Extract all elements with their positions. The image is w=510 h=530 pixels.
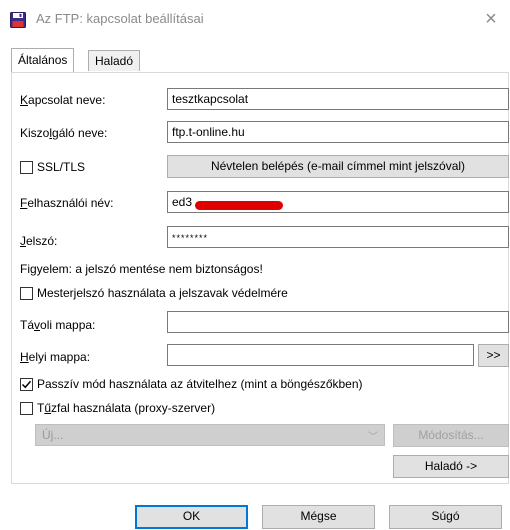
floppy-disk-icon [10, 12, 26, 28]
title-bar: Az FTP: kapcsolat beállításai × [0, 0, 510, 36]
proxy-select[interactable]: Új... ﹀ [35, 424, 385, 446]
passive-mode-checkbox[interactable] [20, 378, 33, 391]
passive-mode-label: Passzív mód használata az átvitelhez (mi… [37, 377, 363, 391]
connection-name-input[interactable]: tesztkapcsolat [167, 88, 509, 110]
firewall-checkbox[interactable] [20, 402, 33, 415]
browse-button[interactable]: >> [478, 344, 509, 367]
local-folder-label: Helyi mappa: [20, 350, 91, 364]
ssl-checkbox[interactable] [20, 161, 33, 174]
ssl-label: SSL/TLS [37, 160, 86, 174]
redaction-mark [195, 201, 283, 210]
password-input[interactable]: ******** [167, 226, 509, 248]
username-label: Felhasználói név: [20, 196, 114, 210]
help-button[interactable]: Súgó [389, 505, 502, 529]
tab-advanced[interactable]: Haladó [88, 50, 141, 71]
local-folder-input[interactable] [167, 344, 474, 366]
chevron-down-icon: ﹀ [368, 432, 378, 443]
ok-button[interactable]: OK [135, 505, 248, 529]
master-password-checkbox[interactable] [20, 287, 33, 300]
window-title: Az FTP: kapcsolat beállításai [36, 11, 204, 26]
close-icon[interactable]: × [476, 6, 506, 32]
modify-button[interactable]: Módosítás... [393, 424, 509, 447]
anonymous-login-button[interactable]: Névtelen belépés (e-mail címmel mint jel… [167, 155, 509, 178]
password-label: Jelszó: [20, 234, 58, 248]
master-password-label: Mesterjelszó használata a jelszavak véde… [37, 286, 288, 300]
firewall-label: Tűzfal használata (proxy-szerver) [37, 401, 216, 415]
advanced-settings-button[interactable]: Haladó -> [393, 455, 509, 478]
connection-name-label: Kapcsolat neve: [20, 93, 106, 107]
remote-folder-input[interactable] [167, 311, 509, 333]
password-warning: Figyelem: a jelszó mentése nem biztonság… [20, 262, 263, 276]
remote-folder-label: Távoli mappa: [20, 318, 96, 332]
server-name-input[interactable]: ftp.t-online.hu [167, 121, 509, 143]
server-name-label: Kiszolgáló neve: [20, 126, 108, 140]
checkmark-icon [21, 380, 32, 389]
tab-general[interactable]: Általános [11, 48, 75, 72]
proxy-select-value: Új... [42, 428, 64, 442]
cancel-button[interactable]: Mégse [262, 505, 375, 529]
